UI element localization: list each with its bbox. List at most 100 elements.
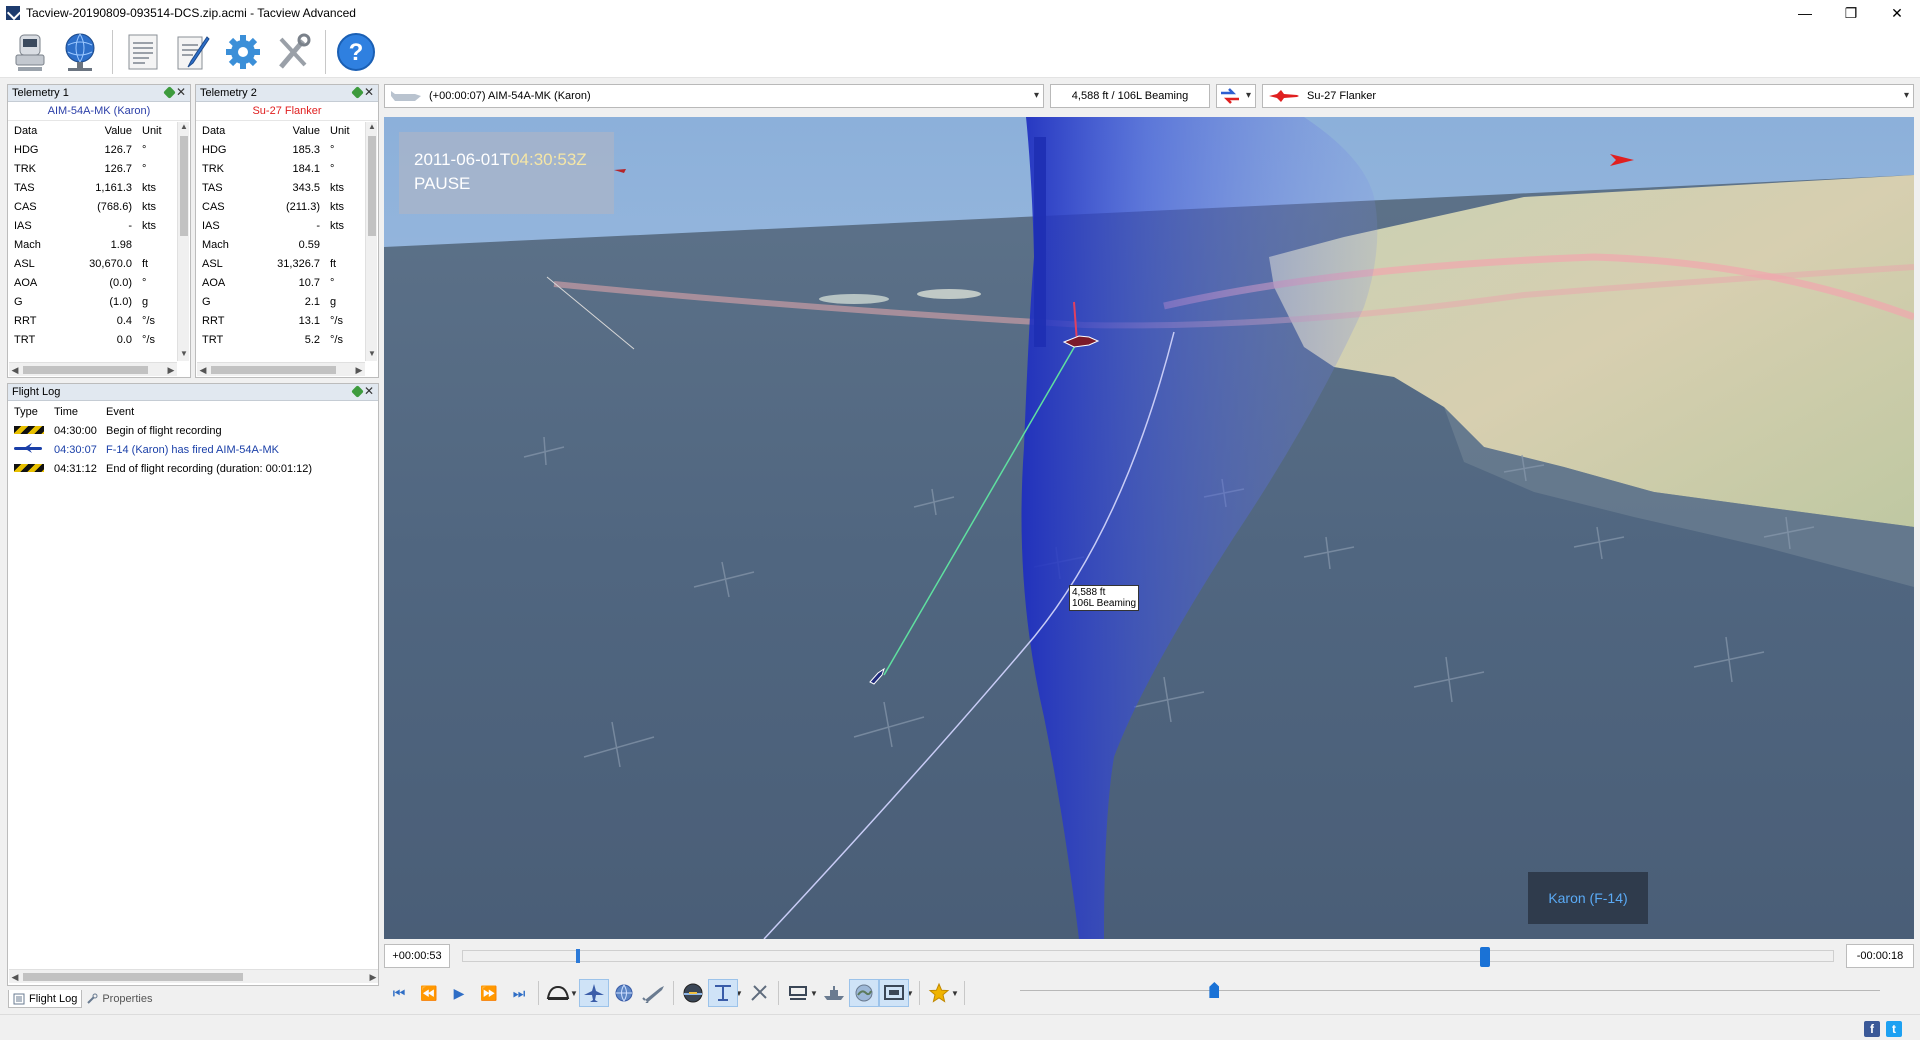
scroll-up-arrow[interactable]: ▲ [366,122,378,134]
tab-properties[interactable]: Properties [82,990,156,1008]
scroll-down-arrow[interactable]: ▼ [178,349,190,361]
table-row[interactable]: AOA 10.7 ° [196,273,364,292]
close-icon[interactable]: ✕ [364,384,374,398]
scroll-down-arrow[interactable]: ▼ [366,349,378,361]
column-header-data[interactable]: Data [196,121,254,140]
measure-tool-button[interactable] [744,979,774,1007]
vertical-scrollbar[interactable]: ▲ ▼ [177,122,189,361]
table-row[interactable]: Mach 0.59 [196,235,364,254]
bookmarks-button[interactable] [924,979,954,1007]
table-row[interactable]: ASL 30,670.0 ft [8,254,176,273]
playback-speed-slider[interactable] [1020,982,1880,998]
table-row[interactable]: RRT 13.1 °/s [196,311,364,330]
table-row[interactable]: RRT 0.4 °/s [8,311,176,330]
labels-button[interactable] [783,979,813,1007]
speed-slider-thumb[interactable] [1209,982,1220,998]
column-header-data[interactable]: Data [8,121,66,140]
scroll-right-arrow[interactable]: ▶ [165,363,177,377]
column-header-value[interactable]: Value [254,121,320,140]
scroll-thumb[interactable] [211,366,336,374]
play-button[interactable]: ▶ [444,979,474,1007]
scroll-thumb[interactable] [368,136,376,236]
restore-button[interactable]: ❐ [1828,0,1874,26]
swap-objects-button[interactable]: ▾ [1216,84,1256,108]
skip-to-end-button[interactable]: ⏭ [504,979,534,1007]
scroll-thumb[interactable] [180,136,188,236]
tab-flight-log[interactable]: Flight Log [8,990,83,1008]
timeline-track[interactable] [462,947,1834,967]
weapon-view-button[interactable] [639,979,669,1007]
skip-to-start-button[interactable]: ⏮ [384,979,414,1007]
list-item[interactable]: 04:30:00 Begin of flight recording [8,421,312,440]
settings-button[interactable] [219,28,267,76]
table-row[interactable]: TAS 1,161.3 kts [8,178,176,197]
terrain-button[interactable] [849,979,879,1007]
tools-button[interactable] [269,28,317,76]
horizontal-scrollbar[interactable]: ◀ ▶ [9,362,177,376]
table-row[interactable]: HDG 126.7 ° [8,140,176,159]
close-icon[interactable]: ✕ [176,85,186,99]
ground-objects-button[interactable] [819,979,849,1007]
scroll-thumb[interactable] [23,366,148,374]
table-row[interactable]: G 2.1 g [196,292,364,311]
column-header-time[interactable]: Time [50,402,106,421]
altitude-markers-button[interactable] [708,979,738,1007]
table-row[interactable]: AOA (0.0) ° [8,273,176,292]
scroll-left-arrow[interactable]: ◀ [197,363,209,377]
minimize-button[interactable]: — [1782,0,1828,26]
table-row[interactable]: CAS (211.3) kts [196,197,364,216]
table-row[interactable]: IAS - kts [196,216,364,235]
globe-view-button[interactable] [609,979,639,1007]
facebook-icon[interactable]: f [1864,1021,1880,1037]
scroll-thumb[interactable] [23,973,243,981]
screenshot-button[interactable] [879,979,909,1007]
list-item[interactable]: 04:30:07 F-14 (Karon) has fired AIM-54A-M… [8,440,312,459]
close-icon[interactable]: ✕ [364,85,374,99]
scroll-left-arrow[interactable]: ◀ [9,363,21,377]
horizontal-scrollbar[interactable]: ◀ ▶ [9,969,378,984]
vertical-scrollbar[interactable]: ▲ ▼ [365,122,377,361]
scroll-up-arrow[interactable]: ▲ [178,122,190,134]
edit-button[interactable] [169,28,217,76]
column-header-unit[interactable]: Unit [132,121,176,140]
instruments-button[interactable] [678,979,708,1007]
document-button[interactable] [119,28,167,76]
3d-viewport[interactable]: 2011-06-01T04:30:53Z PAUSE 4,588 ft 106L … [384,117,1914,939]
table-row[interactable]: TRT 0.0 °/s [8,330,176,349]
column-header-unit[interactable]: Unit [320,121,364,140]
table-row[interactable]: Mach 1.98 [8,235,176,254]
timeline-playhead[interactable] [1480,947,1491,967]
scroll-left-arrow[interactable]: ◀ [9,970,21,984]
external-view-button[interactable] [579,979,609,1007]
table-row[interactable]: TRT 5.2 °/s [196,330,364,349]
table-row[interactable]: TAS 343.5 kts [196,178,364,197]
help-button[interactable]: ? [332,28,380,76]
telemetry-1-object[interactable]: AIM-54A-MK (Karon) [8,102,190,121]
close-button[interactable]: ✕ [1874,0,1920,26]
secondary-object-dropdown[interactable]: Su-27 Flanker ▾ [1262,84,1914,108]
table-row[interactable]: HDG 185.3 ° [196,140,364,159]
column-header-event[interactable]: Event [106,402,312,421]
column-header-type[interactable]: Type [8,402,50,421]
column-header-value[interactable]: Value [66,121,132,140]
scroll-right-arrow[interactable]: ▶ [353,363,365,377]
twitter-icon[interactable]: t [1886,1021,1902,1037]
pin-icon[interactable] [351,86,364,99]
rewind-button[interactable]: ⏪ [414,979,444,1007]
scroll-right-arrow[interactable]: ▶ [367,970,378,984]
camera-mode-button[interactable] [543,979,573,1007]
list-item[interactable]: 04:31:12 End of flight recording (duratio… [8,459,312,478]
table-row[interactable]: TRK 184.1 ° [196,159,364,178]
pin-icon[interactable] [351,385,364,398]
pin-icon[interactable] [163,86,176,99]
table-row[interactable]: CAS (768.6) kts [8,197,176,216]
primary-object-dropdown[interactable]: (+00:00:07) AIM-54A-MK (Karon) ▾ [384,84,1044,108]
table-row[interactable]: IAS - kts [8,216,176,235]
table-row[interactable]: G (1.0) g [8,292,176,311]
table-row[interactable]: TRK 126.7 ° [8,159,176,178]
recorder-button[interactable] [6,28,54,76]
table-row[interactable]: ASL 31,326.7 ft [196,254,364,273]
telemetry-2-object[interactable]: Su-27 Flanker [196,102,378,121]
horizontal-scrollbar[interactable]: ◀ ▶ [197,362,365,376]
online-button[interactable] [56,28,104,76]
